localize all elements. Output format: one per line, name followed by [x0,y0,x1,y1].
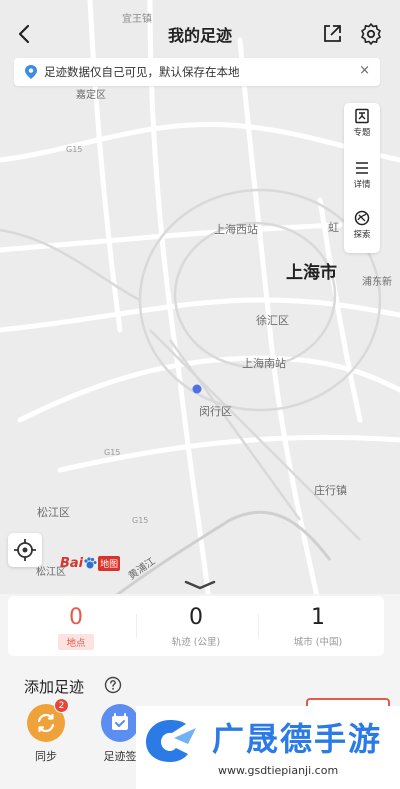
stats-card: 0 地点 0 轨迹 (公里) 1 城市 (中国) [8,596,384,656]
notification-badge: 2 [54,698,69,713]
privacy-notice: 足迹数据仅自己可见，默认保存在本地 × [14,58,380,86]
map-label: G15 [104,448,121,457]
tool-explore-button[interactable]: 探索 [344,205,380,253]
watermark-text: 广晟德手游 [212,720,383,758]
stat-value: 0 [189,605,203,630]
stat-label: 城市 (中国) [293,637,343,648]
map-label: 松江区 [37,506,70,519]
add-footprint-title: 添加足迹 [24,678,85,696]
map-tool-panel: 专题 详情 探索 [344,103,380,253]
stat-value: 1 [311,605,325,630]
map-label: G15 [66,145,83,154]
explore-icon [354,210,370,226]
map-view[interactable]: 宜王镇 嘉定区 上海西站 虹 上海市 浦东新 徐汇区 上海南站 闵行区 松江区 … [0,0,400,610]
tool-label: 探索 [353,230,371,240]
map-label: 浦东新 [362,277,392,288]
tool-label: 专题 [353,128,371,138]
site-watermark: 广晟德手游 www.gsdtiepianji.com [136,706,400,789]
help-button[interactable] [104,676,122,694]
notice-text: 足迹数据仅自己可见，默认保存在本地 [44,65,240,79]
sync-button[interactable]: 2 同步 [16,698,76,764]
stat-places[interactable]: 0 地点 [16,596,136,656]
crosshair-icon [14,539,36,561]
map-label: 徐汇区 [256,314,289,327]
baidu-map-logo: Bai 地图 [60,554,121,572]
current-location-dot [192,384,202,394]
gear-icon [361,23,381,45]
stat-value: 0 [69,605,83,630]
stat-cities[interactable]: 1 城市 (中国) [258,596,378,656]
map-label: 嘉定区 [76,90,106,101]
settings-button[interactable] [358,21,384,47]
map-label: 上海西站 [214,223,258,236]
chevron-down-icon [184,580,216,590]
stat-tracks[interactable]: 0 轨迹 (公里) [136,596,256,656]
topic-icon [355,108,369,124]
stat-label: 轨迹 (公里) [171,637,221,648]
header-bar: 我的足迹 [0,14,400,54]
question-icon [104,676,122,694]
share-button[interactable] [320,22,344,46]
calendar-check-icon [112,713,128,730]
map-label: G15 [132,516,149,525]
panel-drag-handle[interactable] [180,577,220,591]
locate-button[interactable] [8,533,42,567]
share-icon [324,25,341,42]
watermark-logo-icon [146,720,196,762]
action-label: 同步 [35,750,57,763]
sync-icon-circle: 2 [27,698,69,742]
map-label: 上海市 [286,263,337,283]
list-icon [356,162,368,174]
tool-label: 详情 [353,180,371,190]
logo-text: Bai [60,555,84,571]
tag-icon-circle [101,704,139,742]
map-label: 庄行镇 [314,484,347,497]
tool-detail-button[interactable]: 详情 [344,155,380,203]
paw-icon [84,557,97,569]
map-label: 虹 [328,221,339,234]
map-label: 闵行区 [199,405,232,418]
location-pin-icon [25,65,37,79]
map-label: 上海南站 [242,357,286,370]
stat-label: 地点 [58,634,94,650]
chevron-left-icon [18,24,30,44]
logo-badge: 地图 [98,555,121,571]
tool-topic-button[interactable]: 专题 [344,103,380,151]
close-icon[interactable]: × [359,63,370,78]
back-button[interactable] [12,20,38,48]
watermark-url: www.gsdtiepianji.com [218,764,339,777]
